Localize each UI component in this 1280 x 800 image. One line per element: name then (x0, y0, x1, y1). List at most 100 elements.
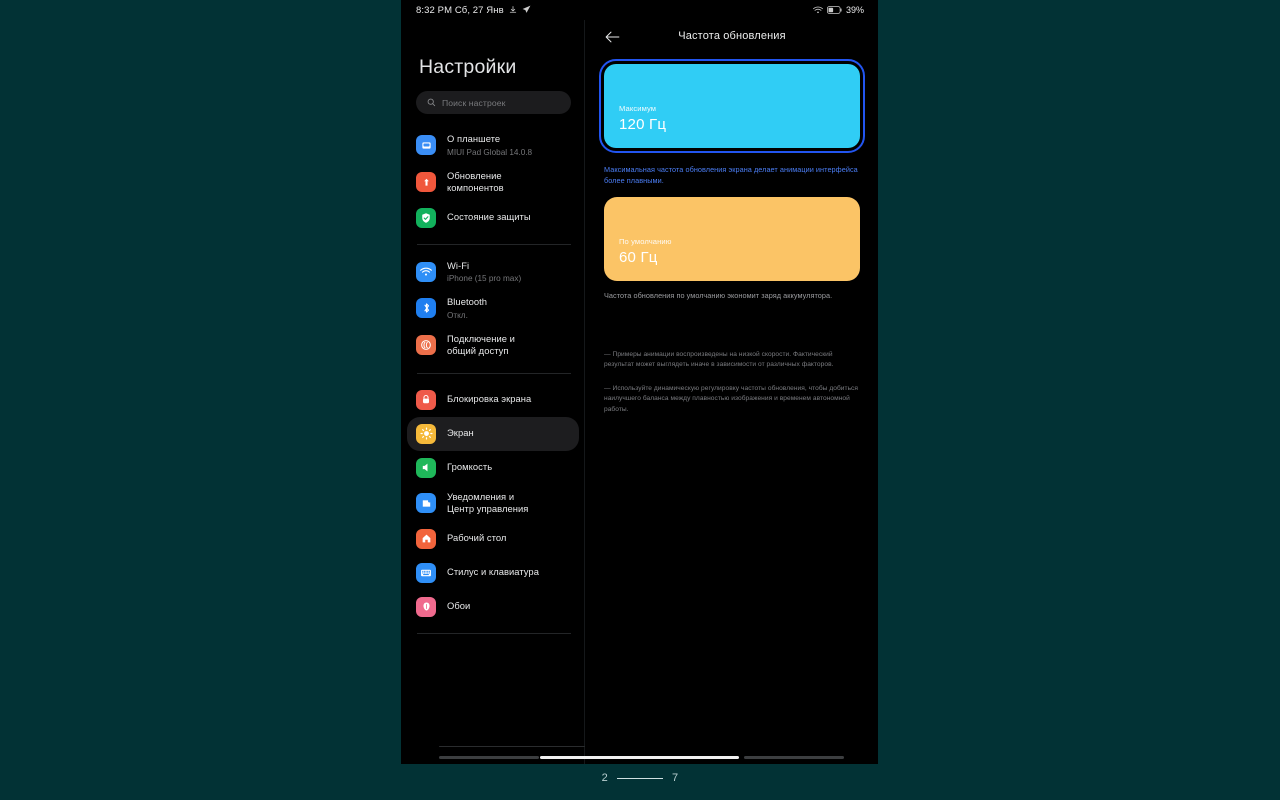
refresh-rate-notes: — Примеры анимации воспроизведены на низ… (604, 350, 862, 428)
tablet-device-frame: 8:32 PM Сб, 27 Янв 39% Настройки Поиск н… (401, 0, 878, 764)
download-icon (509, 1, 517, 19)
sidebar-item-label: Обновление компонентов (447, 169, 504, 194)
sidebar-item-label: Рабочий стол (447, 532, 507, 544)
brightness-sun-icon (416, 423, 436, 444)
sidebar-item-13[interactable]: Обои (407, 590, 579, 624)
sidebar-item-label: Экран (447, 427, 474, 439)
refresh-rate-helper-text: Максимальная частота обновления экрана д… (604, 165, 858, 185)
search-icon (427, 94, 436, 112)
sidebar-item-text: Bluetooth Откл. (447, 296, 487, 321)
sidebar-item-label: Обои (447, 600, 471, 612)
sidebar-item-label: Уведомления и Центр управления (447, 490, 529, 515)
refresh-rate-options[interactable]: Максимум 120 Гц Максимальная частота обнов… (586, 59, 878, 311)
refresh-rate-card-subtitle: Максимум (619, 104, 657, 113)
sidebar-item-text: Громкость (447, 461, 492, 474)
page-indicator: 2 7 (0, 772, 1280, 784)
sidebar-item-11[interactable]: Рабочий стол (407, 522, 579, 556)
share-connect-icon (416, 335, 436, 355)
settings-nav-list[interactable]: О планшете MIUI Pad Global 14.0.8 Обновлен… (401, 127, 585, 757)
sidebar-item-12[interactable]: Стилус и клавиатура (407, 556, 579, 590)
sidebar-item-text: Блокировка экрана (447, 393, 531, 406)
sidebar-item-2[interactable]: Обновление компонентов (407, 164, 579, 201)
refresh-rate-card[interactable]: По умолчанию 60 Гц (604, 196, 860, 281)
sidebar-item-4[interactable]: Wi-Fi iPhone (15 pro max) (407, 254, 579, 291)
sidebar-item-label: Громкость (447, 461, 493, 473)
status-bar-clock: 8:32 PM Сб, 27 Янв (416, 4, 504, 16)
sidebar-item-subtitle: MIUI Pad Global 14.0.8 (447, 147, 533, 157)
refresh-rate-detail-pane: Частота обновления Максимум 120 Гц Максима… (586, 20, 878, 764)
sidebar-item-label: Bluetooth (447, 296, 488, 307)
sidebar-scrollbar[interactable] (439, 745, 585, 747)
sidebar-item-label: Стилус и клавиатура (447, 566, 539, 578)
search-input[interactable]: Поиск настроек (416, 91, 571, 114)
send-icon (522, 1, 531, 19)
sidebar-item-8[interactable]: Экран (407, 416, 579, 451)
speaker-icon (416, 457, 436, 478)
page-connector-line (617, 777, 663, 779)
status-bar-left: 8:32 PM Сб, 27 Янв (416, 1, 531, 19)
wifi-icon (416, 261, 436, 282)
lock-icon (416, 389, 436, 410)
battery-percent-label: 39% (845, 5, 864, 15)
sidebar-item-text: Рабочий стол (447, 532, 506, 545)
refresh-rate-helper-text: Частота обновления по умолчанию экономит… (604, 290, 833, 300)
home-icon (416, 528, 436, 549)
refresh-rate-card[interactable]: Максимум 120 Гц (599, 59, 865, 153)
detail-header: Частота обновления (586, 20, 878, 52)
sidebar-item-text: Обои (447, 600, 470, 613)
refresh-rate-option-1[interactable]: Максимум 120 Гц Максимальная частота обнов… (586, 59, 878, 187)
sidebar-item-6[interactable]: Подключение и общий доступ (407, 327, 579, 364)
shield-check-icon (416, 207, 436, 228)
page-total: 7 (672, 772, 679, 784)
sidebar-divider (417, 372, 571, 374)
sidebar-item-text: Состояние защиты (447, 211, 531, 224)
sidebar-item-text: Экран (447, 427, 474, 440)
sidebar-item-7[interactable]: Блокировка экрана (407, 383, 579, 417)
keyboard-icon (416, 562, 436, 583)
sidebar-item-text: Стилус и клавиатура (447, 566, 539, 579)
back-arrow-icon[interactable] (603, 28, 621, 46)
refresh-rate-note-1: — Примеры анимации воспроизведены на низ… (604, 351, 834, 369)
sidebar-item-text: Уведомления и Центр управления (447, 491, 528, 516)
sidebar-item-subtitle: iPhone (15 pro max) (447, 274, 522, 283)
sidebar-item-5[interactable]: Bluetooth Откл. (407, 290, 579, 327)
upload-arrow-icon (416, 172, 436, 192)
status-bar-right: 39% (813, 1, 864, 19)
refresh-rate-card-value: 120 Гц (619, 116, 667, 133)
gesture-bar-home[interactable] (540, 756, 739, 759)
sidebar-item-subtitle: Откл. (447, 310, 468, 320)
sidebar-item-label: Подключение и общий доступ (447, 332, 515, 357)
sidebar-item-3[interactable]: Состояние защиты (407, 201, 579, 235)
settings-sidebar: Настройки Поиск настроек О планшете MIUI … (401, 20, 585, 764)
sidebar-item-1[interactable]: О планшете MIUI Pad Global 14.0.8 (407, 127, 579, 164)
sidebar-item-text: Обновление компонентов (447, 170, 504, 195)
refresh-rate-note-2: — Используйте динамическую регулировку ч… (604, 384, 859, 413)
detail-title: Частота обновления (678, 30, 786, 42)
sidebar-item-text: Подключение и общий доступ (447, 333, 515, 358)
wifi-icon (813, 1, 823, 19)
refresh-rate-option-2[interactable]: По умолчанию 60 Гц Частота обновления по у… (586, 196, 878, 302)
sidebar-divider (417, 632, 571, 634)
refresh-rate-card-subtitle: По умолчанию (619, 236, 672, 246)
refresh-rate-card-value: 60 Гц (619, 248, 658, 266)
tablet-icon (416, 135, 436, 156)
page-title: Настройки (419, 56, 517, 78)
notification-icon (416, 493, 436, 513)
sidebar-item-text: Wi-Fi iPhone (15 pro max) (447, 260, 521, 285)
sidebar-divider (417, 243, 571, 245)
sidebar-item-10[interactable]: Уведомления и Центр управления (407, 485, 579, 522)
sidebar-item-text: О планшете MIUI Pad Global 14.0.8 (447, 133, 532, 158)
sidebar-item-label: Блокировка экрана (447, 393, 532, 405)
gesture-bar-left[interactable] (439, 756, 539, 759)
gesture-bar-right[interactable] (744, 756, 844, 759)
sidebar-item-label: Состояние защиты (447, 211, 531, 223)
sidebar-item-9[interactable]: Громкость (407, 451, 579, 485)
status-bar: 8:32 PM Сб, 27 Янв 39% (401, 0, 878, 20)
screenshot-stage: 8:32 PM Сб, 27 Янв 39% Настройки Поиск н… (0, 0, 1280, 800)
page-current: 2 (601, 772, 608, 784)
search-placeholder: Поиск настроек (442, 97, 506, 108)
wallpaper-flower-icon (416, 596, 436, 617)
battery-icon (827, 1, 842, 19)
sidebar-item-label: Wi-Fi (447, 259, 470, 271)
bluetooth-icon (416, 298, 436, 319)
